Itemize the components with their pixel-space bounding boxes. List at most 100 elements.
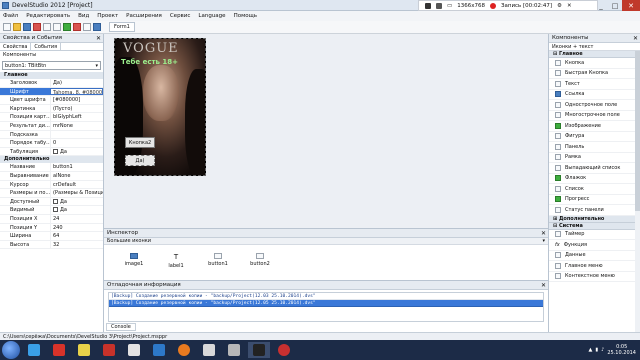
inspector-item-label1[interactable]: Tlabel1 [162, 253, 190, 269]
scrollbar-thumb[interactable] [635, 51, 640, 211]
open-folder-icon[interactable] [13, 23, 21, 31]
close-icon[interactable]: ✕ [541, 229, 546, 238]
taskbar-app[interactable] [223, 342, 245, 358]
palette-item[interactable]: Панель [549, 142, 640, 153]
palette-item[interactable]: Статус панели [549, 205, 640, 216]
group-extra[interactable]: ⊞ Дополнительно [549, 215, 640, 223]
palette-item[interactable]: Флажок [549, 174, 640, 184]
taskbar-app[interactable] [148, 342, 170, 358]
prop-row[interactable]: Курсор crDefault [0, 180, 103, 190]
prop-row[interactable]: Название button1 [0, 163, 103, 172]
palette-item[interactable]: Однострочное поле [549, 100, 640, 111]
component-select[interactable]: button1: TBitBtn ▾ [2, 61, 101, 70]
taskbar-app-develstudio[interactable] [248, 342, 270, 358]
palette-item[interactable]: Кнопка [549, 58, 640, 69]
prop-value[interactable]: Да [50, 197, 103, 206]
checkbox[interactable] [53, 207, 58, 213]
menu-file[interactable]: Файл [3, 13, 18, 19]
start-button[interactable] [2, 341, 20, 359]
copy-icon[interactable] [43, 23, 51, 31]
log-line-selected[interactable]: [Backup] Создание резервной копии - "bac… [109, 300, 543, 307]
prop-row[interactable]: Позиция X 24 [0, 214, 103, 224]
palette-item[interactable]: Текст [549, 79, 640, 90]
prop-group-extra[interactable]: Дополнительно [0, 156, 103, 164]
taskbar-app[interactable] [48, 342, 70, 358]
prop-row[interactable]: Размеры и по...(Размеры & Позиция) [0, 189, 103, 198]
prop-value[interactable]: 24 [50, 214, 103, 223]
log-line[interactable]: [Backup] Создание резервной копии - "bac… [109, 293, 543, 300]
prop-value[interactable]: Да) [50, 79, 103, 87]
view-mode-select[interactable]: Иконки + текст [549, 43, 640, 51]
prop-value[interactable]: alNone [50, 171, 103, 180]
taskbar-app[interactable] [173, 342, 195, 358]
group-system[interactable]: ⊟ Система [549, 222, 640, 230]
prop-value[interactable]: [#080000] [50, 96, 103, 104]
palette-item[interactable]: Выпадающий список [549, 163, 640, 174]
prop-value[interactable]: button1 [50, 163, 103, 171]
prop-value[interactable]: 32 [50, 240, 103, 249]
taskbar-app[interactable] [123, 342, 145, 358]
palette-item[interactable]: Многострочное поле [549, 111, 640, 121]
taskbar-app[interactable] [273, 342, 295, 358]
palette-item[interactable]: Быстрая Кнопка [549, 69, 640, 79]
prop-row[interactable]: Ширина 64 [0, 232, 103, 241]
prop-value[interactable]: 64 [50, 232, 103, 240]
prop-row[interactable]: Видимый Да [0, 206, 103, 215]
prop-row[interactable]: Заголовок Да) [0, 79, 103, 88]
inspector-item-button2[interactable]: button2 [246, 253, 274, 269]
prop-row-selected[interactable]: Шрифт Tahoma, 8, #080000 [0, 87, 103, 97]
inspector-item-image1[interactable]: image1 [120, 253, 148, 269]
inspector-view-select[interactable]: Большие иконки ▾ [104, 238, 548, 245]
prop-value[interactable]: Да [50, 206, 103, 214]
palette-item[interactable]: Таймер [549, 230, 640, 240]
menu-project[interactable]: Проект [97, 13, 118, 19]
build-icon[interactable] [83, 23, 91, 31]
tab-events[interactable]: События [31, 43, 62, 50]
prop-value[interactable]: crDefault [50, 180, 103, 189]
run-icon[interactable] [63, 23, 71, 31]
prop-value[interactable]: (Пусто) [50, 104, 103, 113]
prop-row[interactable]: Порядок табу... 0 [0, 139, 103, 148]
menu-extensions[interactable]: Расширения [126, 13, 162, 19]
paste-icon[interactable] [53, 23, 61, 31]
prop-group-main[interactable]: Главное [0, 72, 103, 79]
checkbox[interactable] [53, 148, 58, 154]
taskbar-app[interactable] [23, 342, 45, 358]
palette-item[interactable]: Фигура [549, 132, 640, 142]
prop-value-input[interactable]: Tahoma, 8, #080000 [50, 87, 103, 96]
taskbar-app[interactable] [198, 342, 220, 358]
recorder-settings-icon[interactable]: ⚙ [557, 3, 562, 9]
network-icon[interactable]: ▮ [595, 347, 598, 353]
palette-item[interactable]: Список [549, 184, 640, 195]
prop-row[interactable]: Позиция Y 240 [0, 223, 103, 233]
prop-row[interactable]: Выравнивание alNone [0, 171, 103, 181]
palette-item[interactable]: fx Функция [549, 240, 640, 251]
button2[interactable]: Кнопка2 [125, 137, 155, 148]
palette-item[interactable]: Рамка [549, 153, 640, 163]
palette-item[interactable]: Данные [549, 251, 640, 261]
checkbox[interactable] [53, 198, 58, 204]
prop-value[interactable]: mrNone [50, 121, 103, 130]
close-button[interactable]: ✕ [622, 0, 640, 11]
taskbar-app[interactable] [98, 342, 120, 358]
recorder-close-icon[interactable]: ✕ [567, 3, 572, 9]
prop-value[interactable]: 0 [50, 139, 103, 147]
clock[interactable]: 0:05 25.10.2014 [607, 344, 636, 356]
taskbar-app[interactable] [73, 342, 95, 358]
tab-form1[interactable]: Form1 [109, 22, 135, 32]
palette-item[interactable]: Прогресс [549, 195, 640, 205]
save-icon[interactable] [23, 23, 31, 31]
button1[interactable]: Да) [125, 155, 155, 166]
palette-item[interactable]: Ссылка [549, 90, 640, 100]
volume-icon[interactable]: ♪ [601, 347, 604, 353]
prop-row[interactable]: Доступный Да [0, 197, 103, 207]
prop-value[interactable]: Да [50, 147, 103, 156]
cut-icon[interactable] [33, 23, 41, 31]
close-icon[interactable]: ✕ [633, 34, 638, 43]
prop-row[interactable]: Табуляция Да [0, 147, 103, 157]
menu-help[interactable]: Помощь [234, 13, 257, 19]
form-preview[interactable]: VOGUE Тебе есть 18+ Кнопка2 Да) [114, 38, 206, 176]
prop-row[interactable]: Подсказка [0, 130, 103, 140]
components-scrollbar[interactable] [635, 51, 640, 332]
tab-properties[interactable]: Свойства [0, 43, 32, 50]
